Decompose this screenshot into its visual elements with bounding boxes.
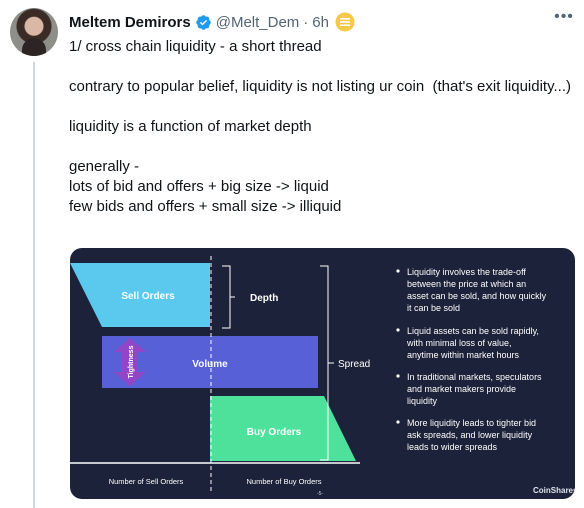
author-avatar[interactable]: [10, 8, 58, 56]
axis-sell-label: Number of Sell Orders: [109, 477, 184, 486]
more-options-icon[interactable]: •••: [554, 9, 574, 25]
buy-orders-label: Buy Orders: [247, 427, 302, 438]
tweet-header: Meltem Demirors @Melt_Dem · 6h: [69, 12, 355, 32]
bullet-dot: [396, 269, 400, 273]
tweet-time[interactable]: 6h: [312, 14, 329, 31]
coinshares-logo: CoinShares: [533, 486, 575, 495]
bullet-line: ask spreads, and lower liquidity: [407, 430, 533, 440]
bullet-dot: [396, 328, 400, 332]
tweet-line: lots of bid and offers + big size -> liq…: [69, 178, 329, 195]
bank-emoji-icon: [335, 12, 355, 32]
bullet-line: Liquidity involves the trade-off: [407, 267, 526, 277]
liquidity-infographic: Sell Orders Volume Tightness Buy Orders …: [70, 256, 575, 497]
bullet-list: Liquidity involves the trade-off between…: [396, 267, 547, 452]
tweet-line: liquidity is a function of market depth: [69, 118, 312, 135]
tweet-line: generally -: [69, 158, 140, 175]
bullet-dot: [396, 374, 400, 378]
bullet-line: and market makers provide: [407, 384, 516, 394]
author-name[interactable]: Meltem Demirors: [69, 14, 191, 31]
author-handle[interactable]: @Melt_Dem: [216, 14, 300, 31]
bullet-line: More liquidity leads to tighter bid: [407, 418, 536, 428]
bullet-line: it can be sold: [407, 303, 460, 313]
tweet-line: [69, 57, 574, 77]
tweet-line: few bids and offers + small size -> illi…: [69, 198, 342, 215]
bullet-line: between the price at which an: [407, 279, 526, 289]
bullet-line: asset can be sold, and how quickly: [407, 291, 547, 301]
tweet-line: [69, 97, 574, 117]
bullet-line: anytime within market hours: [407, 350, 520, 360]
thread-connector-line: [33, 62, 35, 508]
bullet-line: with minimal loss of value,: [406, 338, 512, 348]
depth-bracket: [222, 265, 235, 329]
bullet-dot: [396, 420, 400, 424]
volume-label: Volume: [192, 359, 228, 370]
tweet-line: [69, 137, 574, 157]
tightness-label: Tightness: [128, 345, 135, 378]
bullet-line: liquidity: [407, 396, 438, 406]
tweet-text: 1/ cross chain liquidity - a short threa…: [69, 37, 574, 217]
tweet-line: 1/ cross chain liquidity - a short threa…: [69, 38, 322, 55]
sell-orders-label: Sell Orders: [121, 291, 175, 302]
depth-label: Depth: [250, 293, 278, 304]
verified-badge-icon: [195, 14, 211, 30]
page-marker: -5-: [317, 491, 323, 497]
bullet-line: Liquid assets can be sold rapidly,: [407, 326, 539, 336]
bullet-line: leads to wider spreads: [407, 442, 498, 452]
axis-buy-label: Number of Buy Orders: [246, 477, 321, 486]
tweet-media-image[interactable]: Sell Orders Volume Tightness Buy Orders …: [70, 248, 575, 499]
time-separator: ·: [303, 13, 309, 31]
bullet-line: In traditional markets, speculators: [407, 372, 542, 382]
spread-label: Spread: [338, 359, 370, 370]
tweet-line: contrary to popular belief, liquidity is…: [69, 78, 571, 95]
